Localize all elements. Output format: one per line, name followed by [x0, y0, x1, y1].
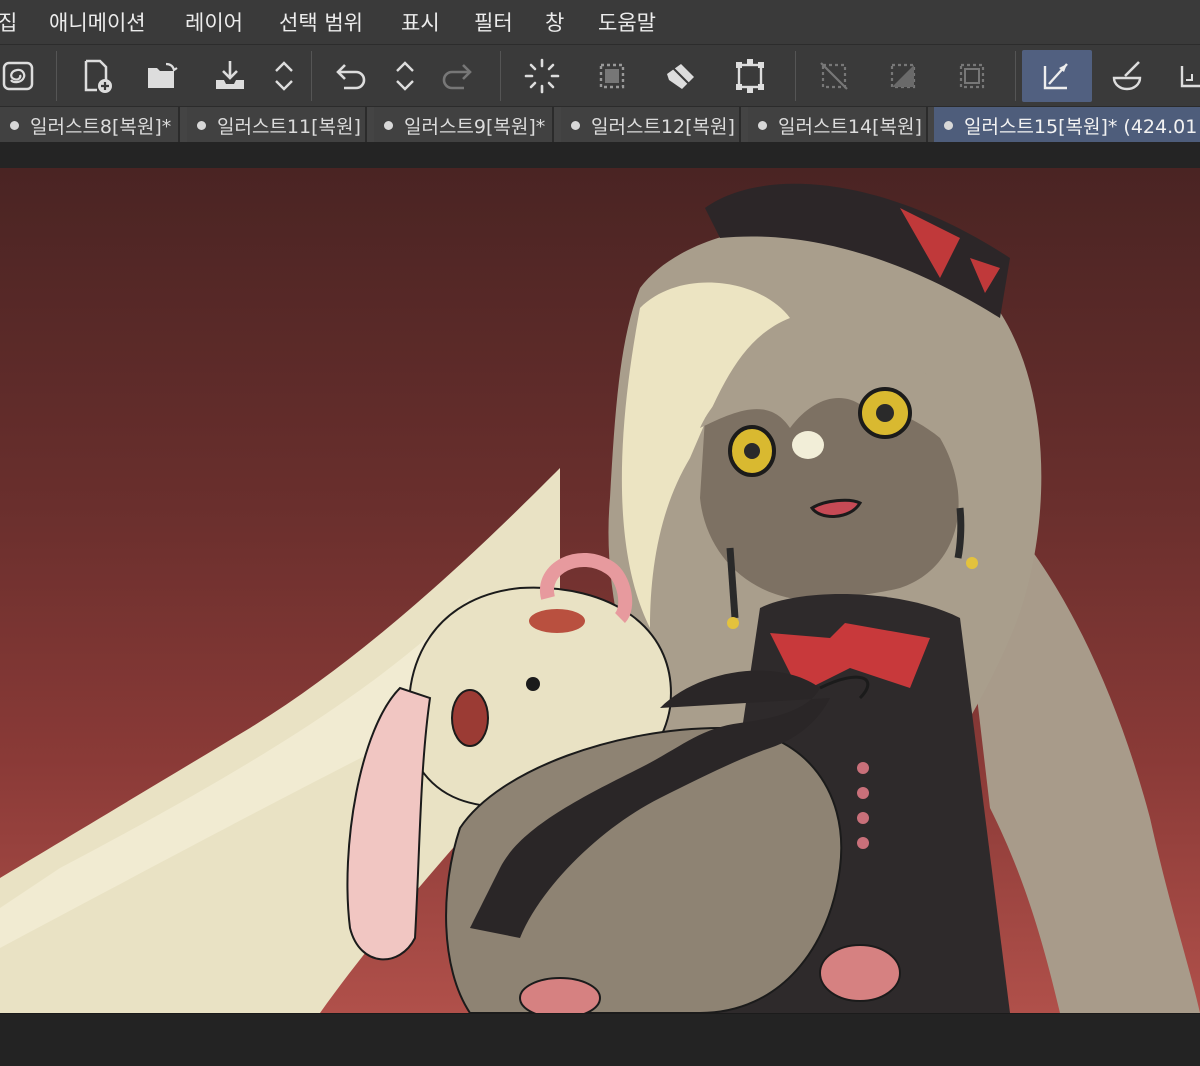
undo-icon[interactable]: [324, 50, 376, 102]
transform-icon[interactable]: [724, 50, 776, 102]
redo-icon: [432, 50, 484, 102]
canvas-margin-top: [0, 142, 1200, 168]
unsaved-dot-icon: [384, 121, 393, 130]
doc-tab-illust12[interactable]: 일러스트12[복원]: [561, 107, 741, 142]
document-tab-bar: 일러스트8[복원]* 일러스트11[복원] 일러스트9[복원]* 일러스트12[…: [0, 106, 1200, 142]
drawing-canvas[interactable]: [0, 168, 1200, 1013]
selection-frame-icon: [946, 50, 998, 102]
plush-paw: [819, 944, 901, 1002]
loading-spinner-icon[interactable]: [516, 50, 568, 102]
deselect-icon: [808, 50, 860, 102]
doc-tab-illust9[interactable]: 일러스트9[복원]*: [374, 107, 554, 142]
unsaved-dot-icon: [197, 121, 206, 130]
snap-ruler-icon[interactable]: [1166, 50, 1200, 102]
doc-tab-illust8[interactable]: 일러스트8[복원]*: [0, 107, 180, 142]
menu-item-animation[interactable]: 애니메이션: [49, 7, 146, 37]
invert-selection-icon: [877, 50, 929, 102]
doc-tab-illust15[interactable]: 일러스트15[복원]* (424.01: [934, 107, 1200, 142]
plush-cheek: [451, 689, 489, 747]
menu-item-view[interactable]: 표시: [401, 7, 440, 37]
clip-studio-logo-icon[interactable]: [0, 50, 44, 102]
open-folder-icon[interactable]: [136, 50, 188, 102]
unsaved-dot-icon: [571, 121, 580, 130]
menu-item-layer[interactable]: 레이어: [185, 7, 243, 37]
expand-arrows-icon[interactable]: [379, 50, 431, 102]
menu-item-help[interactable]: 도움말: [598, 7, 656, 37]
doc-tab-illust11[interactable]: 일러스트11[복원]: [187, 107, 367, 142]
ruler-pen-icon[interactable]: [1022, 50, 1092, 102]
menu-item-edit[interactable]: 집: [0, 7, 17, 37]
unsaved-dot-icon: [944, 121, 953, 130]
save-download-icon[interactable]: [204, 50, 256, 102]
selection-marquee-icon[interactable]: [586, 50, 638, 102]
new-document-icon[interactable]: [69, 50, 121, 102]
menu-item-window[interactable]: 창: [545, 7, 564, 37]
illustration: [0, 183, 1200, 1013]
menu-bar: 집 애니메이션 레이어 선택 범위 표시 필터 창 도움말: [0, 0, 1200, 44]
unsaved-dot-icon: [758, 121, 767, 130]
unsaved-dot-icon: [10, 121, 19, 130]
command-bar: [0, 44, 1200, 106]
doc-tab-illust14[interactable]: 일러스트14[복원]: [748, 107, 928, 142]
brush-bowl-icon[interactable]: [1101, 50, 1153, 102]
expand-arrows-icon[interactable]: [258, 50, 310, 102]
menu-item-selection[interactable]: 선택 범위: [279, 7, 363, 37]
fill-bucket-icon[interactable]: [655, 50, 707, 102]
status-bar: [0, 1013, 1200, 1066]
face: [700, 393, 959, 598]
menu-item-filter[interactable]: 필터: [474, 7, 513, 37]
